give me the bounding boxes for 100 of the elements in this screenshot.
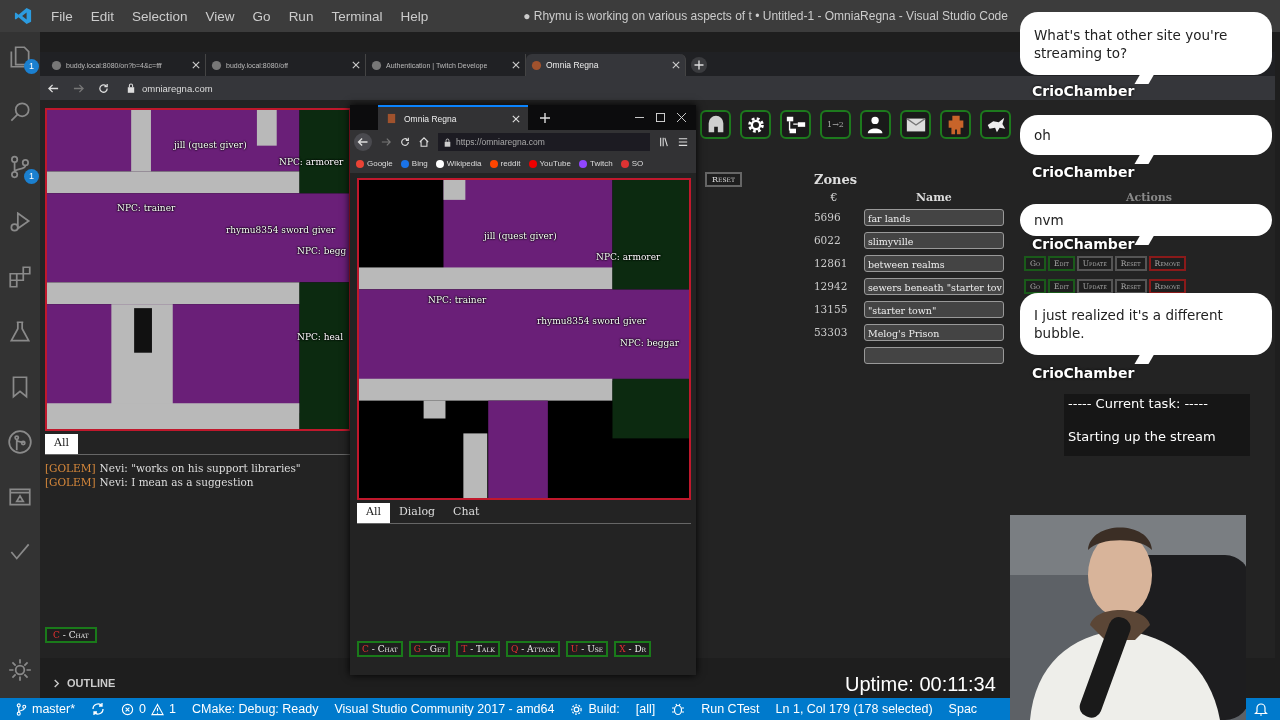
flowchart-icon[interactable] — [780, 110, 811, 139]
extensions-icon[interactable] — [7, 264, 33, 290]
close-icon[interactable] — [192, 61, 200, 69]
bubble-text: I just realized it's a different bubble. — [1034, 306, 1224, 342]
bookmark-link[interactable]: YouTube — [528, 159, 571, 168]
close-icon[interactable] — [512, 61, 520, 69]
chat-tab[interactable]: All — [45, 434, 78, 454]
npc-label: jill (quest giver) — [174, 140, 247, 150]
hotkey-button[interactable]: G - Get — [408, 641, 451, 657]
reload-icon[interactable] — [400, 137, 410, 147]
git-graph-icon[interactable] — [7, 429, 33, 455]
hotkey-button[interactable]: X - Dr — [614, 641, 652, 657]
settings-icon[interactable] — [7, 657, 33, 683]
address-bar[interactable]: https://omniaregna.com — [438, 133, 650, 151]
back-icon[interactable] — [354, 133, 372, 151]
creature-icon[interactable] — [980, 110, 1011, 139]
hotkey-button[interactable]: U - Use — [565, 641, 609, 657]
menu-icon[interactable] — [678, 137, 688, 147]
hotkey-button[interactable]: Q - Attack — [505, 641, 560, 657]
sync-icon[interactable] — [91, 702, 106, 716]
name-field[interactable]: Melog's Prison — [863, 324, 1004, 341]
hotkey-button[interactable]: C - Chat — [45, 627, 97, 643]
envelope-icon[interactable] — [900, 110, 931, 139]
menu-item[interactable]: Help — [391, 8, 438, 24]
npc-label: NPC: armorer — [596, 252, 661, 262]
new-tab-icon[interactable] — [540, 112, 550, 123]
author-name: CrioChamber — [1032, 237, 1135, 252]
browser-tab[interactable]: Omnia Regna — [526, 54, 686, 76]
hotkey-button[interactable]: T - Talk — [456, 641, 500, 657]
files-icon[interactable] — [7, 44, 33, 70]
toolbar-button[interactable]: 1→2 — [820, 110, 851, 139]
reload-icon[interactable] — [98, 82, 109, 94]
build-status[interactable]: Build: — [570, 702, 620, 716]
name-field[interactable]: slimyville — [863, 232, 1004, 249]
zone-id: 53303 — [813, 325, 849, 340]
chat-tab[interactable]: Chat — [444, 503, 489, 523]
status-item[interactable]: [all] — [635, 702, 656, 716]
zones-heading: Zones — [813, 172, 859, 187]
author-name: CrioChamber — [1032, 84, 1135, 99]
menu-item[interactable]: Go — [243, 8, 280, 24]
game-view[interactable]: jill (quest giver) NPC: armorer NPC: trainer rhymu8354 sword giver NPC: beggar — [357, 178, 691, 500]
bookmark-link[interactable]: SO — [620, 159, 644, 168]
gear-icon[interactable] — [740, 110, 771, 139]
bookmark-link[interactable]: Bing — [400, 159, 428, 168]
problems-status[interactable]: 0 1 — [121, 702, 176, 716]
status-item[interactable]: Spac — [948, 702, 978, 716]
close-icon[interactable] — [677, 113, 686, 122]
task-text: Starting up the stream — [1068, 429, 1217, 444]
close-icon[interactable] — [672, 61, 680, 69]
bubble-text: What's that other site you're streaming to? — [1034, 25, 1229, 62]
hotkey-button[interactable]: C - Chat — [357, 641, 403, 657]
close-icon[interactable] — [352, 61, 360, 69]
library-icon[interactable] — [659, 137, 669, 147]
menu-item[interactable]: Selection — [123, 8, 197, 24]
branch-status[interactable]: master* — [16, 702, 76, 716]
person-icon[interactable] — [860, 110, 891, 139]
close-icon[interactable] — [512, 114, 520, 123]
menu-item[interactable]: View — [196, 8, 244, 24]
helmet-icon[interactable] — [700, 110, 731, 139]
zone-id: 13155 — [813, 302, 849, 317]
back-icon[interactable] — [48, 82, 59, 94]
menu-item[interactable]: Terminal — [322, 8, 392, 24]
chat-tab[interactable]: All — [357, 503, 390, 523]
flask-icon[interactable] — [7, 319, 33, 345]
status-item[interactable]: Run CTest — [701, 702, 760, 716]
browser-tab[interactable]: Omnia Regna — [378, 105, 528, 130]
chat-tab[interactable]: Dialog — [390, 503, 445, 523]
bookmark-link[interactable]: Twitch — [578, 159, 613, 168]
zone-id: 5696 — [813, 210, 842, 225]
forward-icon[interactable] — [381, 137, 391, 147]
home-icon[interactable] — [419, 137, 429, 147]
status-item[interactable]: Ln 1, Col 179 (178 selected) — [775, 702, 933, 716]
bookmark-link[interactable]: Google — [356, 159, 393, 168]
error-icon — [121, 702, 135, 716]
lock-icon — [127, 83, 135, 93]
forward-icon[interactable] — [73, 82, 84, 94]
menu-item[interactable]: Edit — [81, 8, 124, 24]
npc-label: rhymu8354 sword giver — [537, 316, 647, 326]
new-tab-icon[interactable] — [690, 56, 708, 74]
bug-icon[interactable] — [671, 702, 686, 716]
reset-button[interactable]: Reset — [705, 172, 742, 187]
menu-item[interactable]: Run — [279, 8, 323, 24]
logo-icon — [14, 7, 32, 25]
bell-icon[interactable] — [1254, 702, 1268, 716]
bookmark-link[interactable]: Wikipedia — [435, 159, 482, 168]
bookmark-link[interactable]: reddit — [489, 159, 521, 168]
section-header[interactable]: OUTLINE — [52, 677, 116, 689]
bubble-text: nvm — [1034, 211, 1064, 229]
name-field[interactable]: between realms — [863, 255, 1004, 272]
name-field[interactable]: sewers beneath "starter tov — [863, 278, 1004, 295]
maximize-icon[interactable] — [656, 113, 665, 122]
name-field[interactable]: "starter town" — [863, 301, 1004, 318]
game-view[interactable]: jill (quest giver) NPC: armorer NPC: trainer rhymu8354 sword giver NPC: begg NPC: heal — [45, 108, 351, 431]
menu-item[interactable]: File — [42, 8, 82, 24]
name-field[interactable]: far lands — [863, 209, 1004, 226]
name-field[interactable] — [863, 347, 1004, 364]
status-item[interactable]: Visual Studio Community 2017 - amd64 — [334, 702, 555, 716]
address-bar[interactable]: omniaregna.com — [127, 82, 213, 94]
debug-icon[interactable] — [7, 209, 33, 235]
status-item[interactable]: CMake: Debug: Ready — [192, 702, 319, 716]
